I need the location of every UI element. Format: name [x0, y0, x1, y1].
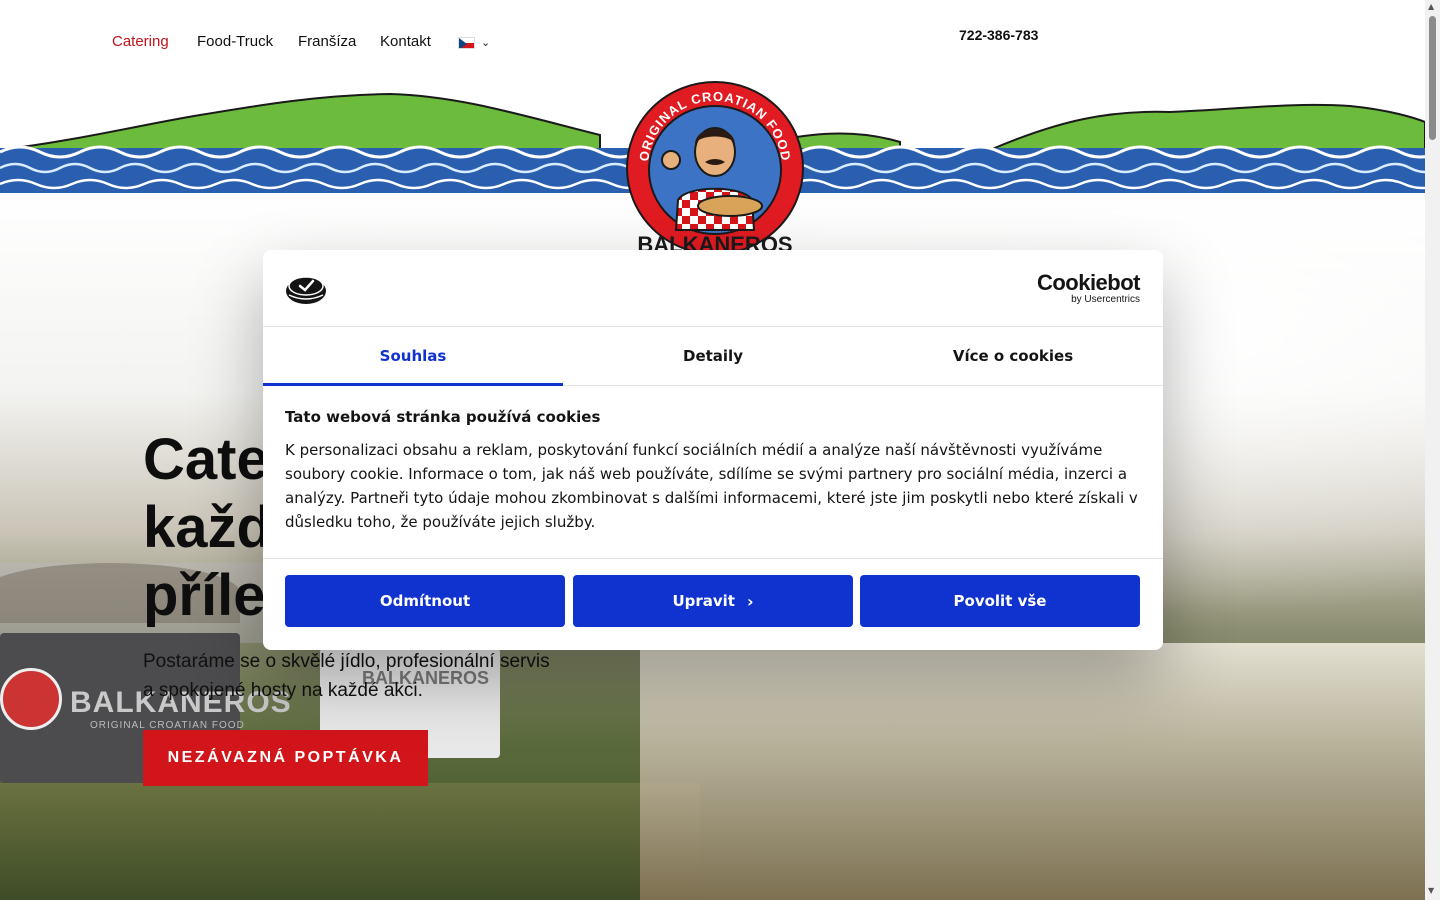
- nav-link-franchise[interactable]: Franšíza: [298, 33, 356, 50]
- logo-brand-text: BALKANEROS: [637, 232, 792, 250]
- hero-subtitle-line: a spokojené hosty na každé akci.: [143, 680, 423, 701]
- inquiry-button[interactable]: NEZÁVAZNÁ POPTÁVKA: [143, 730, 428, 786]
- cookie-consent-dialog: Cookiebot by Usercentrics Souhlas Detail…: [263, 250, 1163, 650]
- cookiebot-logo-icon: [286, 276, 326, 304]
- truck-logo-icon: [0, 668, 62, 730]
- hero-subtitle: Postaráme se o skvělé jídlo, profesionál…: [143, 647, 613, 705]
- nav-link-contact[interactable]: Kontakt: [380, 33, 431, 50]
- tab-about-cookies[interactable]: Více o cookies: [863, 327, 1163, 385]
- cookie-dialog-header: Cookiebot by Usercentrics: [263, 250, 1163, 327]
- language-selector[interactable]: ⌄: [458, 36, 490, 49]
- allow-all-button[interactable]: Povolit vše: [860, 575, 1140, 627]
- event-tables-image: [640, 643, 1425, 900]
- cookiebot-brand-name: Cookiebot: [1036, 270, 1141, 295]
- cookiebot-brand-sub: by Usercentrics: [1071, 294, 1140, 305]
- scroll-down-arrow-icon[interactable]: ▼: [1428, 886, 1434, 895]
- top-navigation: Catering Food-Truck Franšíza Kontakt ⌄ 7…: [0, 0, 1425, 80]
- cookie-tabs: Souhlas Detaily Více o cookies: [263, 327, 1163, 386]
- chevron-down-icon: ⌄: [481, 36, 491, 49]
- scroll-up-arrow-icon[interactable]: ▲: [1428, 2, 1434, 11]
- page-scrollbar[interactable]: ▲ ▼: [1425, 0, 1440, 900]
- chevron-right-icon: ›: [746, 591, 754, 611]
- nav-link-catering[interactable]: Catering: [112, 33, 169, 50]
- cookie-heading: Tato webová stránka používá cookies: [285, 408, 601, 426]
- customize-button[interactable]: Upravit ›: [573, 575, 853, 627]
- deny-button-label: Odmítnout: [379, 592, 471, 610]
- balkaneros-logo[interactable]: ORIGINAL CROATIAN FOOD BALKANEROS: [626, 80, 804, 250]
- allow-all-button-label: Povolit vše: [953, 592, 1047, 610]
- hero-subtitle-line: Postaráme se o skvělé jídlo, profesionál…: [143, 651, 550, 672]
- deny-button[interactable]: Odmítnout: [285, 575, 565, 627]
- cookie-description: K personalizaci obsahu a reklam, poskyto…: [285, 441, 1138, 531]
- scrollbar-thumb[interactable]: [1429, 16, 1436, 140]
- tab-consent[interactable]: Souhlas: [263, 327, 563, 386]
- phone-number[interactable]: 722-386-783: [959, 27, 1038, 43]
- customize-button-label: Upravit: [672, 592, 735, 610]
- cookie-dialog-body: Tato webová stránka používá cookies K pe…: [285, 408, 1145, 534]
- nav-link-food-truck[interactable]: Food-Truck: [197, 33, 273, 50]
- cookiebot-brand[interactable]: Cookiebot by Usercentrics: [1036, 270, 1141, 306]
- tab-details[interactable]: Detaily: [563, 327, 863, 385]
- cz-flag-icon: [458, 36, 475, 49]
- cookie-dialog-footer: Odmítnout Upravit › Povolit vše: [263, 558, 1163, 650]
